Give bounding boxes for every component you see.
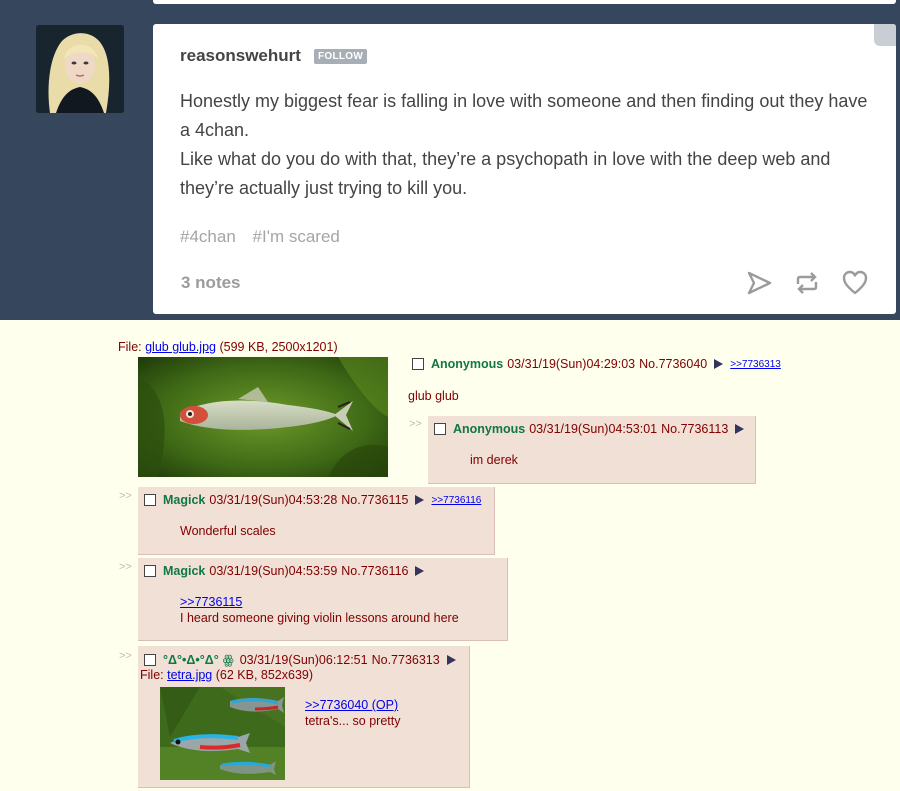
post-body: Honestly my biggest fear is falling in l… bbox=[180, 87, 870, 203]
notes-count[interactable]: 3 notes bbox=[181, 273, 241, 293]
post-tags: #4chan #I'm scared bbox=[180, 227, 352, 247]
op-file-link[interactable]: glub glub.jpg bbox=[145, 340, 216, 354]
post-checkbox[interactable] bbox=[144, 653, 156, 666]
post-username[interactable]: reasonswehurt bbox=[180, 46, 301, 66]
post-datetime: 03/31/19(Sun)04:53:28 bbox=[209, 493, 338, 507]
backlink[interactable]: >>7736116 bbox=[431, 495, 481, 506]
poster-name: Magick bbox=[163, 564, 206, 578]
post-corner-tab[interactable] bbox=[874, 24, 896, 46]
avatar[interactable] bbox=[36, 25, 124, 113]
post-datetime: 03/31/19(Sun)04:53:01 bbox=[529, 422, 658, 436]
quote-link[interactable]: >>7736115 bbox=[180, 594, 459, 610]
post-actions bbox=[745, 269, 869, 297]
tag[interactable]: #4chan bbox=[180, 227, 236, 246]
reblog-icon[interactable] bbox=[793, 269, 821, 297]
post-menu-arrow-icon[interactable] bbox=[735, 424, 745, 434]
tumblr-dashboard: reasonswehurt FOLLOW Honestly my biggest… bbox=[0, 0, 900, 320]
reply-message: Wonderful scales bbox=[180, 524, 276, 538]
backlink[interactable]: >>7736313 bbox=[730, 359, 781, 370]
reply-file-info: File: tetra.jpg (62 KB, 852x639) bbox=[140, 668, 313, 682]
op-message: glub glub bbox=[408, 389, 459, 403]
file-meta: (62 KB, 852x639) bbox=[212, 668, 314, 682]
reply-post-info: °Δ°•Δ•°Δ° ꙮ 03/31/19(Sun)06:12:51 No.773… bbox=[144, 652, 463, 667]
post-datetime: 03/31/19(Sun)04:53:59 bbox=[209, 564, 338, 578]
post-checkbox[interactable] bbox=[144, 494, 156, 506]
poster-name: Magick bbox=[163, 493, 206, 507]
previous-post-card bbox=[153, 0, 896, 4]
reply-arrows: >> bbox=[119, 490, 132, 502]
post-menu-arrow-icon[interactable] bbox=[446, 654, 456, 665]
quote-link[interactable]: >>7736040 (OP) bbox=[305, 697, 400, 713]
reply-post-info: Anonymous 03/31/19(Sun)04:53:01 No.77361… bbox=[434, 422, 751, 436]
reply-post-info: Magick 03/31/19(Sun)04:53:59 No.7736116 bbox=[144, 564, 431, 578]
tag[interactable]: #I'm scared bbox=[253, 227, 340, 246]
post-paragraph: Honestly my biggest fear is falling in l… bbox=[180, 91, 868, 140]
post-number[interactable]: No.7736116 bbox=[341, 564, 408, 578]
post-number[interactable]: No.7736313 bbox=[372, 653, 440, 667]
poster-name: Anonymous bbox=[453, 422, 526, 436]
post-checkbox[interactable] bbox=[434, 423, 446, 435]
op-post-info: Anonymous 03/31/19(Sun)04:29:03 No.77360… bbox=[412, 357, 781, 371]
op-thumbnail[interactable] bbox=[138, 357, 388, 477]
reply-body: >>7736040 (OP) tetra's... so pretty bbox=[305, 697, 400, 729]
reply-arrows: >> bbox=[409, 418, 422, 430]
post-datetime: 03/31/19(Sun)04:29:03 bbox=[507, 357, 636, 371]
send-icon[interactable] bbox=[745, 269, 773, 297]
post-menu-arrow-icon[interactable] bbox=[415, 566, 425, 576]
like-icon[interactable] bbox=[841, 269, 869, 297]
post-menu-arrow-icon[interactable] bbox=[415, 495, 425, 505]
reply-post: Magick 03/31/19(Sun)04:53:28 No.7736115 … bbox=[138, 487, 495, 555]
post-checkbox[interactable] bbox=[144, 565, 156, 577]
tumblr-post: reasonswehurt FOLLOW Honestly my biggest… bbox=[153, 24, 896, 314]
post-number[interactable]: No.7736115 bbox=[341, 493, 408, 507]
post-number[interactable]: No.7736040 bbox=[639, 357, 707, 371]
post-number[interactable]: No.7736113 bbox=[661, 422, 728, 436]
file-meta: (599 KB, 2500x1201) bbox=[216, 340, 338, 354]
post-checkbox[interactable] bbox=[412, 358, 424, 370]
reply-message: tetra's... so pretty bbox=[305, 714, 401, 728]
file-label: File: bbox=[118, 340, 146, 354]
post-paragraph: Like what do you do with that, they’re a… bbox=[180, 149, 831, 198]
reply-arrows: >> bbox=[119, 561, 132, 573]
file-label: File: bbox=[140, 668, 168, 682]
poster-name: °Δ°•Δ•°Δ° bbox=[163, 652, 219, 667]
reply-message: im derek bbox=[470, 453, 518, 467]
post-datetime: 03/31/19(Sun)06:12:51 bbox=[239, 652, 368, 667]
reply-message: I heard someone giving violin lessons ar… bbox=[180, 611, 459, 625]
reply-post: Magick 03/31/19(Sun)04:53:59 No.7736116 … bbox=[138, 558, 508, 641]
poster-name: Anonymous bbox=[431, 357, 504, 371]
op-file-info: File: glub glub.jpg (599 KB, 2500x1201) bbox=[118, 340, 338, 354]
post-menu-arrow-icon[interactable] bbox=[714, 359, 724, 369]
reply-file-link[interactable]: tetra.jpg bbox=[167, 668, 212, 682]
reply-post-info: Magick 03/31/19(Sun)04:53:28 No.7736115 … bbox=[144, 493, 481, 507]
follow-button[interactable]: FOLLOW bbox=[314, 49, 368, 64]
imageboard-thread: File: glub glub.jpg (599 KB, 2500x1201) bbox=[0, 320, 900, 791]
reply-body: >>7736115 I heard someone giving violin … bbox=[180, 594, 459, 626]
reply-thumbnail[interactable] bbox=[160, 687, 285, 780]
reply-post: Anonymous 03/31/19(Sun)04:53:01 No.77361… bbox=[428, 416, 756, 484]
flag-icon: ꙮ bbox=[222, 653, 234, 667]
reply-arrows: >> bbox=[119, 650, 132, 662]
